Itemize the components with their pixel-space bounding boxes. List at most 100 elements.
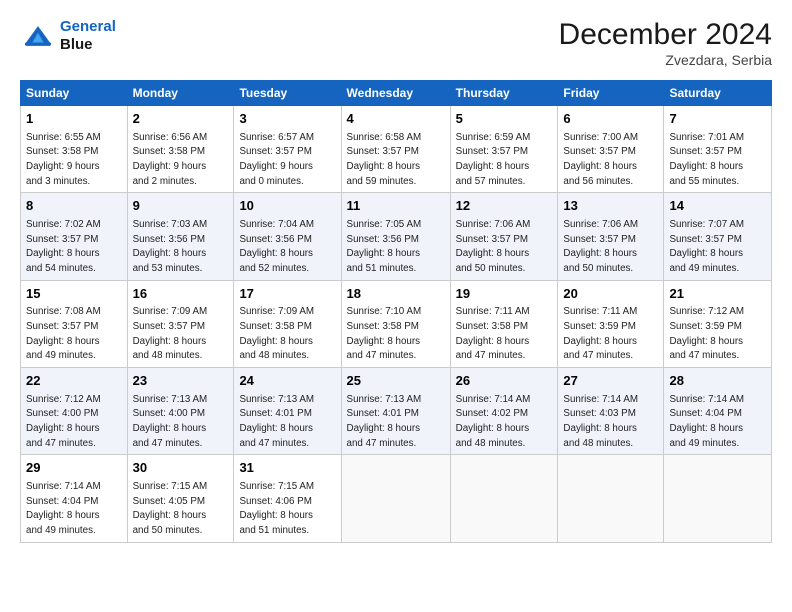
day-number: 28 xyxy=(669,372,766,390)
calendar-week-2: 8 Sunrise: 7:02 AMSunset: 3:57 PMDayligh… xyxy=(21,193,772,280)
weekday-header-row: SundayMondayTuesdayWednesdayThursdayFrid… xyxy=(21,81,772,106)
weekday-header-tuesday: Tuesday xyxy=(234,81,341,106)
location: Zvezdara, Serbia xyxy=(559,52,772,68)
day-number: 2 xyxy=(133,110,229,128)
calendar-cell: 28 Sunrise: 7:14 AMSunset: 4:04 PMDaylig… xyxy=(664,368,772,455)
day-info: Sunrise: 6:55 AMSunset: 3:58 PMDaylight:… xyxy=(26,132,101,187)
day-number: 13 xyxy=(563,197,658,215)
day-info: Sunrise: 7:11 AMSunset: 3:59 PMDaylight:… xyxy=(563,306,637,361)
day-info: Sunrise: 7:05 AMSunset: 3:56 PMDaylight:… xyxy=(347,219,422,274)
day-number: 14 xyxy=(669,197,766,215)
calendar-week-4: 22 Sunrise: 7:12 AMSunset: 4:00 PMDaylig… xyxy=(21,368,772,455)
calendar-cell: 17 Sunrise: 7:09 AMSunset: 3:58 PMDaylig… xyxy=(234,280,341,367)
calendar-week-3: 15 Sunrise: 7:08 AMSunset: 3:57 PMDaylig… xyxy=(21,280,772,367)
day-info: Sunrise: 7:14 AMSunset: 4:04 PMDaylight:… xyxy=(669,394,744,449)
calendar-cell xyxy=(664,455,772,542)
weekday-header-friday: Friday xyxy=(558,81,664,106)
day-number: 6 xyxy=(563,110,658,128)
weekday-header-monday: Monday xyxy=(127,81,234,106)
day-number: 18 xyxy=(347,285,445,303)
day-number: 1 xyxy=(26,110,122,128)
day-info: Sunrise: 7:00 AMSunset: 3:57 PMDaylight:… xyxy=(563,132,638,187)
calendar-cell: 9 Sunrise: 7:03 AMSunset: 3:56 PMDayligh… xyxy=(127,193,234,280)
day-number: 8 xyxy=(26,197,122,215)
day-info: Sunrise: 7:08 AMSunset: 3:57 PMDaylight:… xyxy=(26,306,101,361)
day-number: 3 xyxy=(239,110,335,128)
day-info: Sunrise: 7:13 AMSunset: 4:01 PMDaylight:… xyxy=(239,394,314,449)
calendar-cell: 31 Sunrise: 7:15 AMSunset: 4:06 PMDaylig… xyxy=(234,455,341,542)
day-number: 29 xyxy=(26,459,122,477)
page: General Blue December 2024 Zvezdara, Ser… xyxy=(0,0,792,553)
day-info: Sunrise: 7:10 AMSunset: 3:58 PMDaylight:… xyxy=(347,306,422,361)
day-number: 20 xyxy=(563,285,658,303)
calendar-cell: 14 Sunrise: 7:07 AMSunset: 3:57 PMDaylig… xyxy=(664,193,772,280)
day-number: 21 xyxy=(669,285,766,303)
day-info: Sunrise: 6:58 AMSunset: 3:57 PMDaylight:… xyxy=(347,132,422,187)
calendar-table: SundayMondayTuesdayWednesdayThursdayFrid… xyxy=(20,80,772,543)
day-info: Sunrise: 7:09 AMSunset: 3:57 PMDaylight:… xyxy=(133,306,208,361)
day-info: Sunrise: 7:06 AMSunset: 3:57 PMDaylight:… xyxy=(456,219,531,274)
day-info: Sunrise: 7:14 AMSunset: 4:04 PMDaylight:… xyxy=(26,481,101,536)
calendar-cell: 25 Sunrise: 7:13 AMSunset: 4:01 PMDaylig… xyxy=(341,368,450,455)
day-info: Sunrise: 7:04 AMSunset: 3:56 PMDaylight:… xyxy=(239,219,314,274)
calendar-cell: 3 Sunrise: 6:57 AMSunset: 3:57 PMDayligh… xyxy=(234,106,341,193)
calendar-cell: 26 Sunrise: 7:14 AMSunset: 4:02 PMDaylig… xyxy=(450,368,558,455)
weekday-header-wednesday: Wednesday xyxy=(341,81,450,106)
day-info: Sunrise: 7:06 AMSunset: 3:57 PMDaylight:… xyxy=(563,219,638,274)
day-info: Sunrise: 7:13 AMSunset: 4:01 PMDaylight:… xyxy=(347,394,422,449)
calendar-cell: 12 Sunrise: 7:06 AMSunset: 3:57 PMDaylig… xyxy=(450,193,558,280)
calendar-cell: 8 Sunrise: 7:02 AMSunset: 3:57 PMDayligh… xyxy=(21,193,128,280)
calendar-cell: 29 Sunrise: 7:14 AMSunset: 4:04 PMDaylig… xyxy=(21,455,128,542)
day-info: Sunrise: 7:03 AMSunset: 3:56 PMDaylight:… xyxy=(133,219,208,274)
day-info: Sunrise: 7:07 AMSunset: 3:57 PMDaylight:… xyxy=(669,219,744,274)
day-info: Sunrise: 7:15 AMSunset: 4:05 PMDaylight:… xyxy=(133,481,208,536)
day-number: 16 xyxy=(133,285,229,303)
day-info: Sunrise: 7:12 AMSunset: 4:00 PMDaylight:… xyxy=(26,394,101,449)
day-number: 27 xyxy=(563,372,658,390)
calendar-cell: 13 Sunrise: 7:06 AMSunset: 3:57 PMDaylig… xyxy=(558,193,664,280)
day-info: Sunrise: 6:57 AMSunset: 3:57 PMDaylight:… xyxy=(239,132,314,187)
calendar-cell: 4 Sunrise: 6:58 AMSunset: 3:57 PMDayligh… xyxy=(341,106,450,193)
day-info: Sunrise: 6:56 AMSunset: 3:58 PMDaylight:… xyxy=(133,132,208,187)
calendar-cell xyxy=(450,455,558,542)
title-block: December 2024 Zvezdara, Serbia xyxy=(559,18,772,68)
calendar-cell: 10 Sunrise: 7:04 AMSunset: 3:56 PMDaylig… xyxy=(234,193,341,280)
day-number: 19 xyxy=(456,285,553,303)
calendar-cell: 21 Sunrise: 7:12 AMSunset: 3:59 PMDaylig… xyxy=(664,280,772,367)
day-info: Sunrise: 7:11 AMSunset: 3:58 PMDaylight:… xyxy=(456,306,530,361)
day-number: 23 xyxy=(133,372,229,390)
calendar-cell: 22 Sunrise: 7:12 AMSunset: 4:00 PMDaylig… xyxy=(21,368,128,455)
day-number: 26 xyxy=(456,372,553,390)
day-info: Sunrise: 7:14 AMSunset: 4:03 PMDaylight:… xyxy=(563,394,638,449)
day-number: 24 xyxy=(239,372,335,390)
month-title: December 2024 xyxy=(559,18,772,52)
calendar-week-1: 1 Sunrise: 6:55 AMSunset: 3:58 PMDayligh… xyxy=(21,106,772,193)
calendar-cell xyxy=(558,455,664,542)
calendar-cell xyxy=(341,455,450,542)
calendar-cell: 11 Sunrise: 7:05 AMSunset: 3:56 PMDaylig… xyxy=(341,193,450,280)
day-number: 31 xyxy=(239,459,335,477)
calendar-cell: 7 Sunrise: 7:01 AMSunset: 3:57 PMDayligh… xyxy=(664,106,772,193)
day-info: Sunrise: 7:02 AMSunset: 3:57 PMDaylight:… xyxy=(26,219,101,274)
calendar-cell: 27 Sunrise: 7:14 AMSunset: 4:03 PMDaylig… xyxy=(558,368,664,455)
calendar-cell: 20 Sunrise: 7:11 AMSunset: 3:59 PMDaylig… xyxy=(558,280,664,367)
day-number: 30 xyxy=(133,459,229,477)
calendar-cell: 5 Sunrise: 6:59 AMSunset: 3:57 PMDayligh… xyxy=(450,106,558,193)
header: General Blue December 2024 Zvezdara, Ser… xyxy=(20,18,772,68)
calendar-cell: 6 Sunrise: 7:00 AMSunset: 3:57 PMDayligh… xyxy=(558,106,664,193)
day-number: 4 xyxy=(347,110,445,128)
day-number: 9 xyxy=(133,197,229,215)
weekday-header-sunday: Sunday xyxy=(21,81,128,106)
day-info: Sunrise: 7:14 AMSunset: 4:02 PMDaylight:… xyxy=(456,394,531,449)
calendar-cell: 15 Sunrise: 7:08 AMSunset: 3:57 PMDaylig… xyxy=(21,280,128,367)
day-number: 15 xyxy=(26,285,122,303)
weekday-header-saturday: Saturday xyxy=(664,81,772,106)
calendar-cell: 16 Sunrise: 7:09 AMSunset: 3:57 PMDaylig… xyxy=(127,280,234,367)
calendar-week-5: 29 Sunrise: 7:14 AMSunset: 4:04 PMDaylig… xyxy=(21,455,772,542)
calendar-cell: 30 Sunrise: 7:15 AMSunset: 4:05 PMDaylig… xyxy=(127,455,234,542)
logo-text: General Blue xyxy=(60,18,116,54)
day-info: Sunrise: 7:13 AMSunset: 4:00 PMDaylight:… xyxy=(133,394,208,449)
logo-icon xyxy=(20,18,56,54)
calendar-cell: 2 Sunrise: 6:56 AMSunset: 3:58 PMDayligh… xyxy=(127,106,234,193)
day-number: 11 xyxy=(347,197,445,215)
